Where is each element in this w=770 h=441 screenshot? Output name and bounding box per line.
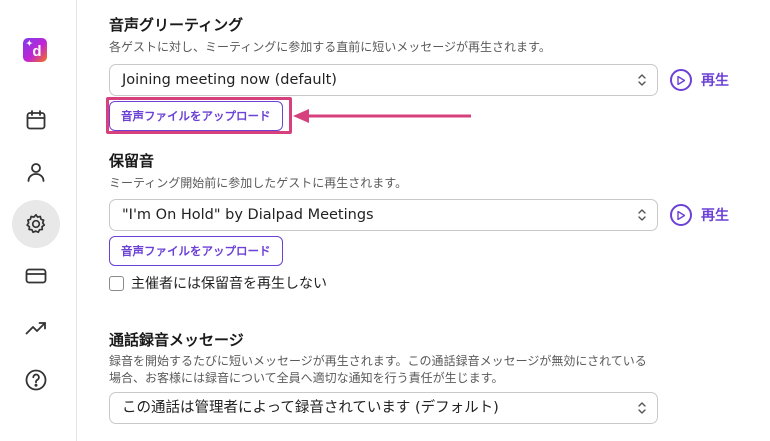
sidebar-item-calendar[interactable] <box>12 96 60 144</box>
sidebar-item-billing[interactable] <box>12 252 60 300</box>
hold-music-select[interactable]: "I'm On Hold" by Dialpad Meetings <box>109 199 658 231</box>
help-icon <box>25 369 47 391</box>
highlight-box <box>106 97 292 134</box>
select-chevron-icon <box>638 209 646 221</box>
voice-greeting-play-button[interactable]: 再生 <box>670 69 729 91</box>
recording-message-select[interactable]: この通話は管理者によって録音されています (デフォルト) <box>109 392 658 424</box>
hold-music-selected-value: "I'm On Hold" by Dialpad Meetings <box>122 207 374 223</box>
credit-card-icon <box>25 268 47 284</box>
hold-music-play-button[interactable]: 再生 <box>670 204 729 226</box>
play-icon <box>670 69 692 91</box>
sidebar: ✦ d <box>0 0 77 441</box>
voice-greeting-description: 各ゲストに対し、ミーティングに参加する直前に短いメッセージが再生されます。 <box>109 40 551 54</box>
sparkle-icon: ✦ <box>26 39 33 48</box>
no-hold-music-for-host-option[interactable]: 主催者には保留音を再生しない <box>109 273 327 293</box>
voice-greeting-select[interactable]: Joining meeting now (default) <box>109 64 658 96</box>
sidebar-item-analytics[interactable] <box>12 304 60 352</box>
hold-music-title: 保留音 <box>109 152 155 170</box>
settings-main: 音声グリーティング 各ゲストに対し、ミーティングに参加する直前に短いメッセージが… <box>106 0 739 441</box>
person-icon <box>27 163 45 182</box>
no-hold-music-label: 主催者には保留音を再生しない <box>131 276 327 292</box>
select-chevron-icon <box>638 402 646 414</box>
recording-message-description-line2: 場合、お客様には録音について全員へ適切な通知を行う責任が生じます。 <box>109 371 504 385</box>
recording-message-selected-value: この通話は管理者によって録音されています (デフォルト) <box>122 400 499 416</box>
play-label: 再生 <box>701 73 729 89</box>
no-hold-music-checkbox[interactable] <box>109 275 124 291</box>
gear-icon <box>26 213 46 234</box>
app-logo[interactable]: ✦ d <box>23 38 47 62</box>
hold-music-upload-button[interactable]: 音声ファイルをアップロード <box>109 236 283 266</box>
trending-up-icon <box>25 322 46 335</box>
select-chevron-icon <box>638 74 646 86</box>
hold-music-description: ミーティング開始前に参加したゲストに再生されます。 <box>109 176 408 190</box>
voice-greeting-selected-value: Joining meeting now (default) <box>122 72 337 88</box>
sidebar-item-settings[interactable] <box>12 200 60 248</box>
sidebar-item-contacts[interactable] <box>12 148 60 196</box>
voice-greeting-title: 音声グリーティング <box>109 16 244 34</box>
calendar-icon <box>26 110 46 130</box>
sidebar-item-help[interactable] <box>12 356 60 404</box>
recording-message-title: 通話録音メッセージ <box>109 331 244 349</box>
recording-message-description-line1: 録音を開始するたびに短いメッセージが再生されます。この通話録音メッセージが無効に… <box>109 354 647 368</box>
play-icon <box>670 204 692 226</box>
annotation-arrow-icon <box>293 109 471 123</box>
play-label: 再生 <box>701 208 729 224</box>
